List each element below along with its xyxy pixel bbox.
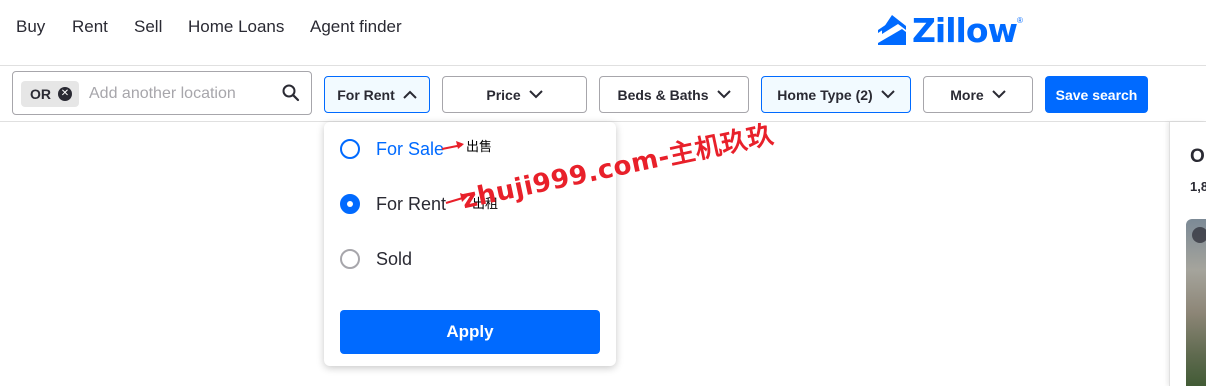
zillow-logo[interactable]: Zillow ® [876,10,1023,50]
location-chip-label: OR [30,86,51,102]
more-label: More [950,86,984,103]
nav-link-sell[interactable]: Sell [134,17,162,37]
option-for-rent-label: For Rent [376,193,447,214]
filter-bar: OR ✕ For Rent Price Beds & Baths Home Ty… [0,66,1206,122]
price-label: Price [486,86,521,103]
chevron-down-icon [716,90,731,99]
chevron-down-icon [528,90,543,99]
radio-for-sale[interactable] [340,139,360,159]
location-search-box[interactable]: OR ✕ [12,71,312,115]
logo-wordmark: Zillow [912,10,1018,50]
more-filters-button[interactable]: More [923,76,1033,113]
results-count: 1,8 [1190,179,1206,194]
zillow-house-icon [878,15,906,45]
option-for-sale-label: For Sale [376,138,445,159]
listing-type-button[interactable]: For Rent [324,76,430,113]
radio-for-rent[interactable] [340,194,360,214]
nav-link-rent[interactable]: Rent [72,17,108,37]
search-icon[interactable] [281,83,301,103]
registered-mark: ® [1017,16,1023,25]
top-nav: Buy Rent Sell Home Loans Agent finder Zi… [0,0,1206,66]
listing-badge-icon [1192,227,1206,243]
beds-baths-label: Beds & Baths [617,86,709,103]
radio-sold[interactable] [340,249,360,269]
price-button[interactable]: Price [442,76,587,113]
option-for-sale[interactable]: For Sale [340,136,444,162]
chevron-down-icon [992,90,1006,99]
location-chip: OR ✕ [21,81,79,107]
results-title: O [1190,146,1205,167]
annotation-arrow-icon [441,141,464,150]
annotation-for-sale: 出售 [466,140,493,155]
option-for-rent[interactable]: For Rent [340,191,446,217]
home-type-label: Home Type (2) [777,86,873,103]
search-input[interactable] [89,80,269,108]
nav-link-agent-finder[interactable]: Agent finder [310,17,402,37]
option-sold-label: Sold [376,248,413,269]
chevron-up-icon [403,90,417,99]
save-search-button[interactable]: Save search [1045,76,1148,113]
results-panel: O 1,8 [1169,122,1206,386]
listing-type-label: For Rent [337,86,395,103]
nav-link-home-loans[interactable]: Home Loans [188,17,284,37]
nav-link-buy[interactable]: Buy [16,17,45,37]
beds-baths-button[interactable]: Beds & Baths [599,76,749,113]
remove-chip-icon[interactable]: ✕ [58,87,72,101]
chevron-down-icon [881,90,895,99]
apply-button[interactable]: Apply [340,310,600,354]
listing-card-photo[interactable] [1186,219,1206,386]
home-type-button[interactable]: Home Type (2) [761,76,911,113]
option-sold[interactable]: Sold [340,246,412,272]
